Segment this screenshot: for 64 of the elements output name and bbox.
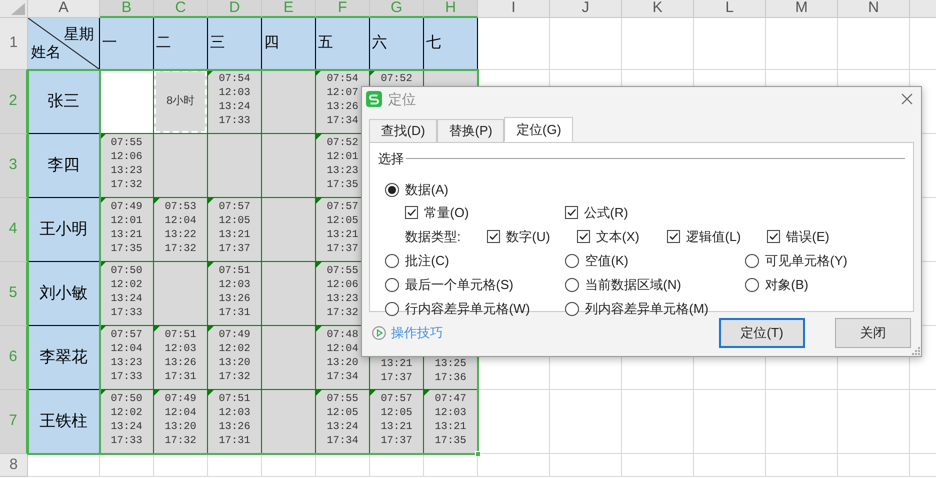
field-label: 数据类型: xyxy=(405,228,462,246)
table-cell: 07:54 12:03 13:24 17:33 xyxy=(208,70,262,134)
table-cell: 07:51 12:03 13:26 17:31 xyxy=(208,390,262,454)
option-label[interactable]: 逻辑值(L) xyxy=(686,226,741,246)
table-cell: 07:47 12:03 13:21 17:35 xyxy=(424,390,478,454)
option-label[interactable]: 可见单元格(Y) xyxy=(765,250,848,270)
tab[interactable]: 定位(G) xyxy=(504,117,574,142)
table-cell: 五 xyxy=(316,18,370,70)
option-label[interactable]: 行内容差异单元格(W) xyxy=(405,298,530,318)
option-label[interactable]: 常量(O) xyxy=(424,202,469,222)
table-cell: 07:50 12:02 13:24 17:33 xyxy=(100,262,154,326)
table-cell: 07:49 12:04 13:20 17:32 xyxy=(154,390,208,454)
option-label[interactable]: 公式(R) xyxy=(584,202,628,222)
window-title: 定位 xyxy=(388,90,416,108)
tab[interactable]: 查找(D) xyxy=(369,119,438,142)
table-cell: 二 xyxy=(154,18,208,70)
option-label[interactable]: 空值(K) xyxy=(585,250,628,270)
option-label[interactable]: 列内容差异单元格(M) xyxy=(585,298,708,318)
table-cell: 07:53 12:04 13:22 17:32 xyxy=(154,198,208,262)
table-cell: 07:55 12:06 13:23 17:32 xyxy=(100,134,154,198)
option-label[interactable]: 批注(C) xyxy=(405,250,450,270)
row-header[interactable]: 1 xyxy=(0,18,28,70)
option-label[interactable]: 当前数据区域(N) xyxy=(585,274,682,294)
option-label[interactable]: 对象(B) xyxy=(765,274,808,294)
table-cell: 07:51 12:03 13:26 17:31 xyxy=(208,262,262,326)
column-header[interactable]: A xyxy=(28,0,100,18)
tab[interactable]: 替换(P) xyxy=(437,119,504,142)
column-header[interactable]: N xyxy=(838,0,910,18)
table-cell: 李四 xyxy=(28,134,100,198)
column-header[interactable]: M xyxy=(766,0,838,18)
column-header[interactable]: L xyxy=(694,0,766,18)
header-label: 姓名 xyxy=(31,42,61,62)
table-cell: 07:48 12:04 13:20 17:34 xyxy=(316,326,370,390)
group-label: 选择 xyxy=(378,150,404,168)
table-cell: 07:57 12:05 13:21 17:37 xyxy=(370,390,424,454)
table-cell: 七 xyxy=(424,18,478,70)
header-label: 星期 xyxy=(64,25,94,45)
table-cell: 07:49 12:01 13:21 17:35 xyxy=(100,198,154,262)
dialog-button[interactable]: 关闭 xyxy=(835,318,911,348)
table-cell: 王小明 xyxy=(28,198,100,262)
row-header[interactable]: 8 xyxy=(0,454,28,477)
option-label[interactable]: 错误(E) xyxy=(786,226,830,246)
option-label[interactable]: 最后一个单元格(S) xyxy=(405,274,514,294)
table-cell: 07:55 12:05 13:24 17:34 xyxy=(316,390,370,454)
table-cell: 张三 xyxy=(28,70,100,134)
table-cell: 刘小敏 xyxy=(28,262,100,326)
table-cell: 六 xyxy=(370,18,424,70)
table-cell: 07:50 12:02 13:24 17:33 xyxy=(100,390,154,454)
table-cell: 07:57 12:04 13:23 17:33 xyxy=(100,326,154,390)
table-cell: 07:57 12:05 13:21 17:37 xyxy=(208,198,262,262)
option-label[interactable]: 文本(X) xyxy=(596,226,640,246)
table-cell: 07:49 12:02 13:20 17:32 xyxy=(208,326,262,390)
table-cell: 07:51 12:03 13:26 17:31 xyxy=(154,326,208,390)
dialog-button[interactable]: 定位(T) xyxy=(719,318,805,348)
column-header[interactable]: K xyxy=(622,0,694,18)
column-header[interactable]: J xyxy=(550,0,622,18)
table-cell: 一 xyxy=(100,18,154,70)
table-cell: 四 xyxy=(262,18,316,70)
table-cell: 王铁柱 xyxy=(28,390,100,454)
option-label[interactable]: 数据(A) xyxy=(405,180,448,200)
table-cell: 三 xyxy=(208,18,262,70)
option-label[interactable]: 数字(U) xyxy=(506,226,550,246)
column-header[interactable]: I xyxy=(478,0,550,18)
table-cell: 李翠花 xyxy=(28,326,100,390)
